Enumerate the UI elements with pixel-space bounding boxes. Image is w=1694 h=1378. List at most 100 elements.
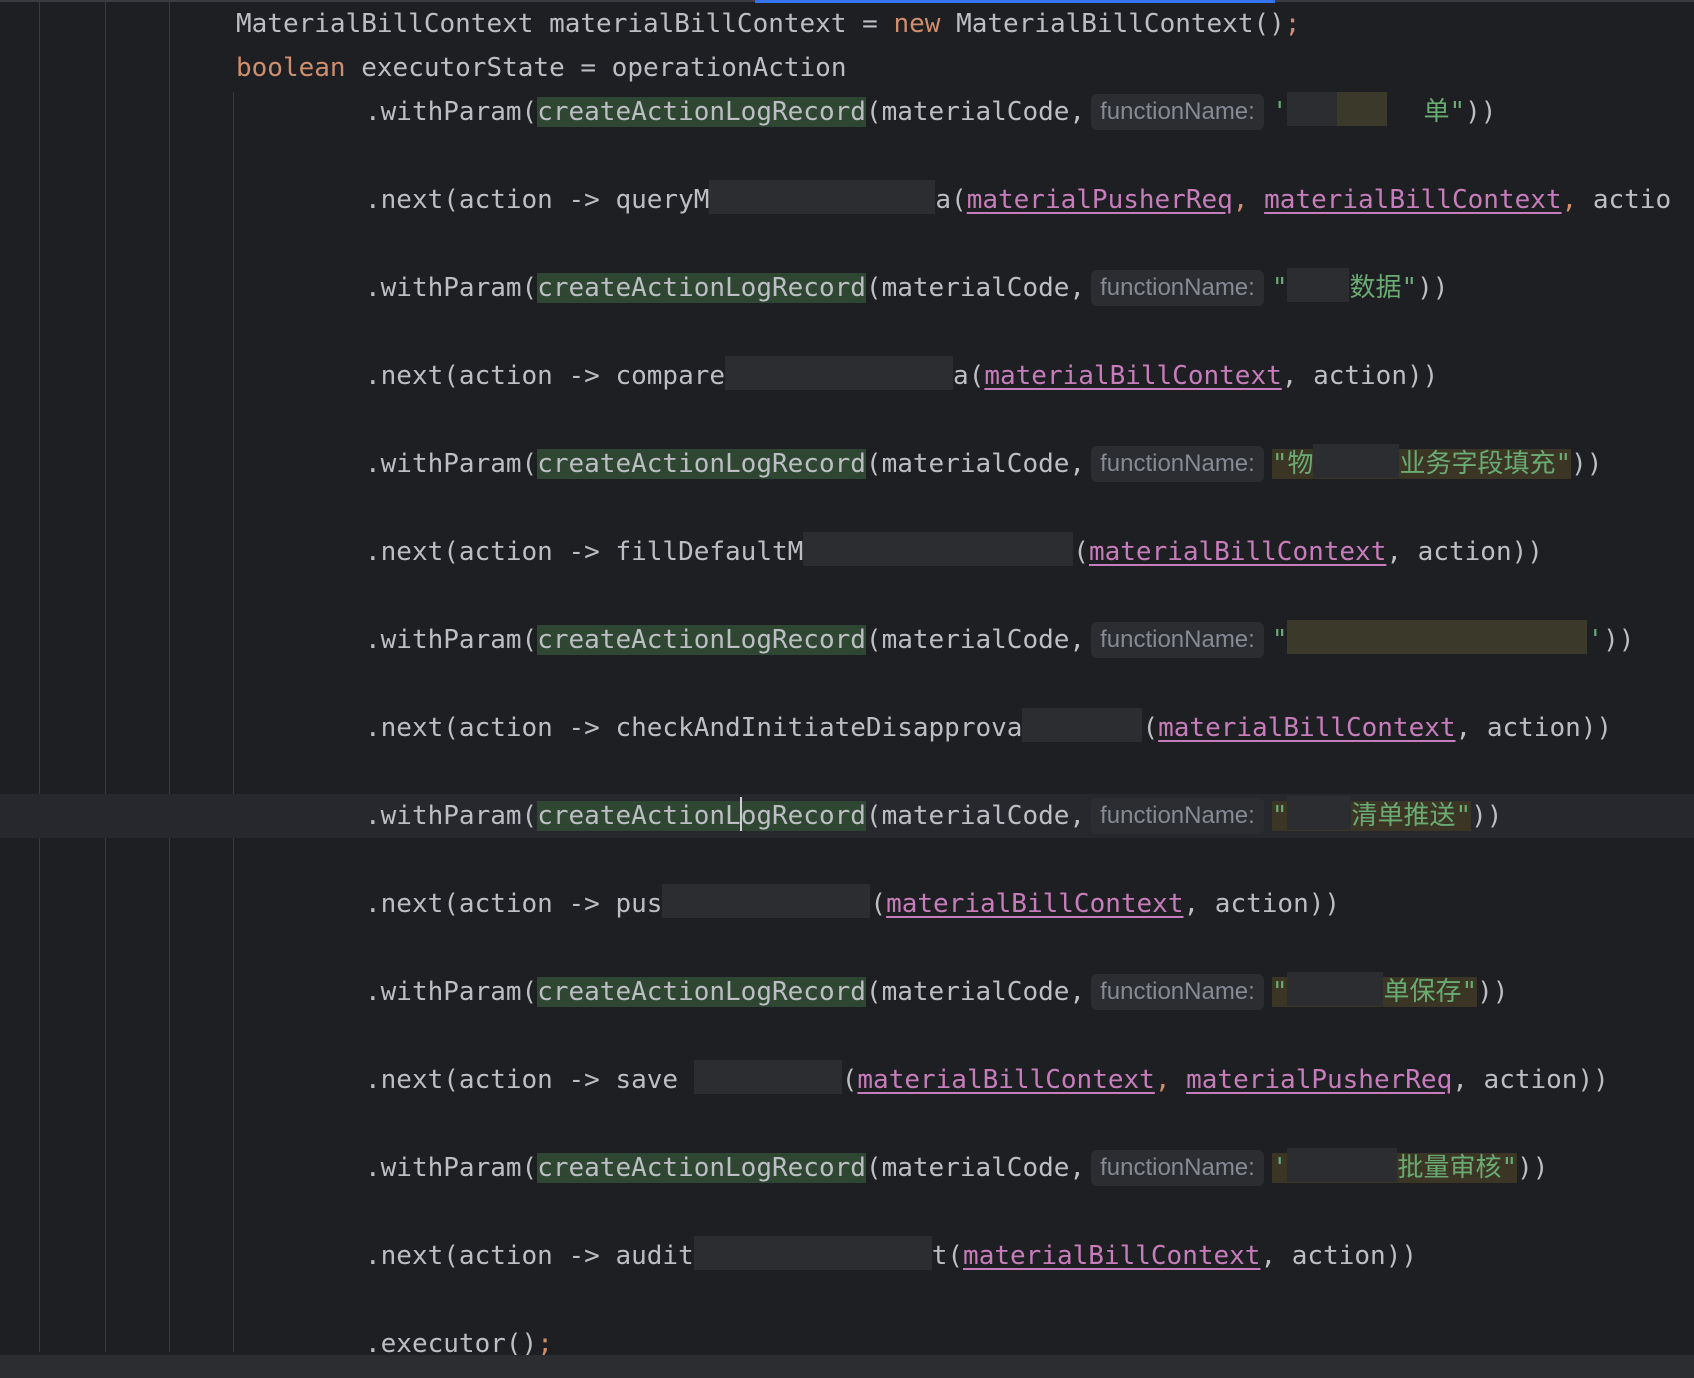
arguments: , action)) (1455, 713, 1613, 743)
method-call: .withParam( (365, 97, 538, 127)
argument: (materialCode, (865, 273, 1086, 303)
punctuation: ( (1142, 713, 1159, 743)
code-text: executorState = operationAction (345, 53, 847, 83)
variable-reference[interactable]: materialBillContext (1264, 185, 1561, 215)
redacted-block (709, 180, 936, 214)
punctuation: , (1561, 185, 1593, 215)
highlighted-usage: createActionLogRecord (537, 273, 866, 303)
string-literal: 单保存" (1383, 977, 1478, 1007)
variable-reference[interactable]: materialBillContext (1158, 713, 1455, 743)
method-call: .withParam( (365, 273, 538, 303)
string-literal: 批量审核" (1397, 1153, 1518, 1183)
string-literal: " (1271, 977, 1288, 1007)
argument: (materialCode, (865, 977, 1086, 1007)
redacted-block (1287, 1148, 1398, 1182)
indent-guide (233, 92, 234, 1352)
string-literal: ' (1271, 97, 1288, 127)
code-text: actio (1592, 185, 1672, 215)
method-name: fillDefaultM (615, 537, 804, 567)
code-line[interactable]: .next(action -> compare a(materialBillCon… (365, 356, 1438, 396)
method-call: .withParam( (365, 977, 538, 1007)
punctuation: )) (1417, 273, 1449, 303)
method-name: a (935, 185, 952, 215)
string-literal: 业务字段填充" (1399, 449, 1572, 479)
tab-active-indicator (755, 0, 1275, 3)
code-line[interactable]: .next(action -> queryM a(materialPusherRe… (365, 180, 1671, 220)
punctuation: )) (1517, 1153, 1549, 1183)
method-name: queryM (615, 185, 710, 215)
highlighted-usage: createActionLogRecord (537, 625, 866, 655)
variable-reference[interactable]: materialBillContext (886, 889, 1183, 919)
redacted-block (693, 1236, 932, 1270)
punctuation: , (1154, 1065, 1187, 1095)
method-name: compare (615, 361, 726, 391)
code-line[interactable]: .withParam(createActionLogRecord(materia… (365, 444, 1602, 484)
code-line[interactable]: .withParam(createActionLogRecord(materia… (365, 620, 1634, 660)
indent-guide (105, 0, 106, 1352)
arguments: , action)) (1183, 889, 1341, 919)
code-line[interactable]: .withParam(createActionLogRecord(materia… (365, 92, 1496, 132)
punctuation: )) (1477, 977, 1509, 1007)
redacted-block (725, 356, 954, 390)
method-name: checkAndInitiateDisapprova (615, 713, 1023, 743)
semicolon: ; (1284, 9, 1301, 39)
redacted-block (1287, 972, 1384, 1006)
string-literal: " (1271, 625, 1288, 655)
argument: (materialCode, (865, 1153, 1086, 1183)
redacted-block (1287, 620, 1588, 654)
parameter-hint: functionName: (1091, 798, 1264, 834)
arguments: , action)) (1386, 537, 1543, 567)
code-line[interactable]: .withParam(createActionLogRecord(materia… (365, 796, 1502, 836)
code-line[interactable]: .withParam(createActionLogRecord(materia… (365, 268, 1448, 308)
punctuation: ( (951, 185, 967, 215)
argument: (materialCode, (865, 449, 1086, 479)
constructor-call: MaterialBillContext() (940, 9, 1285, 39)
string-literal: ' (1587, 625, 1604, 655)
code-line[interactable]: MaterialBillContext materialBillContext … (236, 4, 1300, 44)
punctuation: ( (947, 1241, 964, 1271)
code-line[interactable]: .next(action -> pus (materialBillContext,… (365, 884, 1340, 924)
arguments: , action)) (1281, 361, 1439, 391)
redacted-block (1287, 92, 1338, 126)
code-line[interactable]: boolean executorState = operationAction (236, 48, 846, 88)
keyword: boolean (236, 53, 346, 83)
variable: materialBillContext = (533, 9, 894, 39)
horizontal-scrollbar[interactable] (0, 1355, 1694, 1378)
method-call: .withParam( (365, 801, 538, 831)
string-literal: 单" (1423, 97, 1466, 127)
variable-reference[interactable]: materialBillContext (963, 1241, 1260, 1271)
redacted-block (1022, 708, 1143, 742)
highlighted-usage: createActionL (537, 801, 741, 831)
argument: (materialCode, (865, 625, 1086, 655)
parameter-hint: functionName: (1091, 622, 1264, 658)
code-line[interactable]: .withParam(createActionLogRecord(materia… (365, 1148, 1548, 1188)
parameter-hint: functionName: (1091, 1150, 1264, 1186)
method-name: a (953, 361, 969, 391)
redacted-block (1287, 268, 1350, 302)
variable-reference[interactable]: materialBillContext (857, 1065, 1154, 1095)
method-call: .withParam( (365, 625, 538, 655)
code-line[interactable]: .next(action -> audit t(materialBillConte… (365, 1236, 1417, 1276)
punctuation: )) (1571, 449, 1603, 479)
parameter-hint: functionName: (1091, 446, 1264, 482)
variable-reference[interactable]: materialBillContext (984, 361, 1281, 391)
keyword: new (893, 9, 941, 39)
punctuation: )) (1471, 801, 1503, 831)
lambda: .next(action -> (365, 713, 616, 743)
arguments: , action)) (1452, 1065, 1609, 1095)
variable-reference[interactable]: materialPusherReq (1186, 1065, 1452, 1095)
variable-reference[interactable]: materialPusherReq (967, 185, 1233, 215)
string-literal: "物 (1271, 449, 1314, 479)
lambda: .next(action -> (365, 1065, 616, 1095)
string-literal: 数据" (1349, 273, 1418, 303)
code-line[interactable]: .next(action -> checkAndInitiateDisappro… (365, 708, 1612, 748)
code-line[interactable]: .next(action -> fillDefaultM (materialBil… (365, 532, 1543, 572)
code-line[interactable]: .withParam(createActionLogRecord(materia… (365, 972, 1508, 1012)
punctuation: )) (1465, 97, 1497, 127)
method-name: save (615, 1065, 694, 1095)
variable-reference[interactable]: materialBillContext (1089, 537, 1386, 567)
lambda: .next(action -> (365, 1241, 616, 1271)
indent-guide (39, 0, 40, 1352)
code-line[interactable]: .next(action -> save (materialBillContex… (365, 1060, 1609, 1100)
punctuation: )) (1603, 625, 1635, 655)
